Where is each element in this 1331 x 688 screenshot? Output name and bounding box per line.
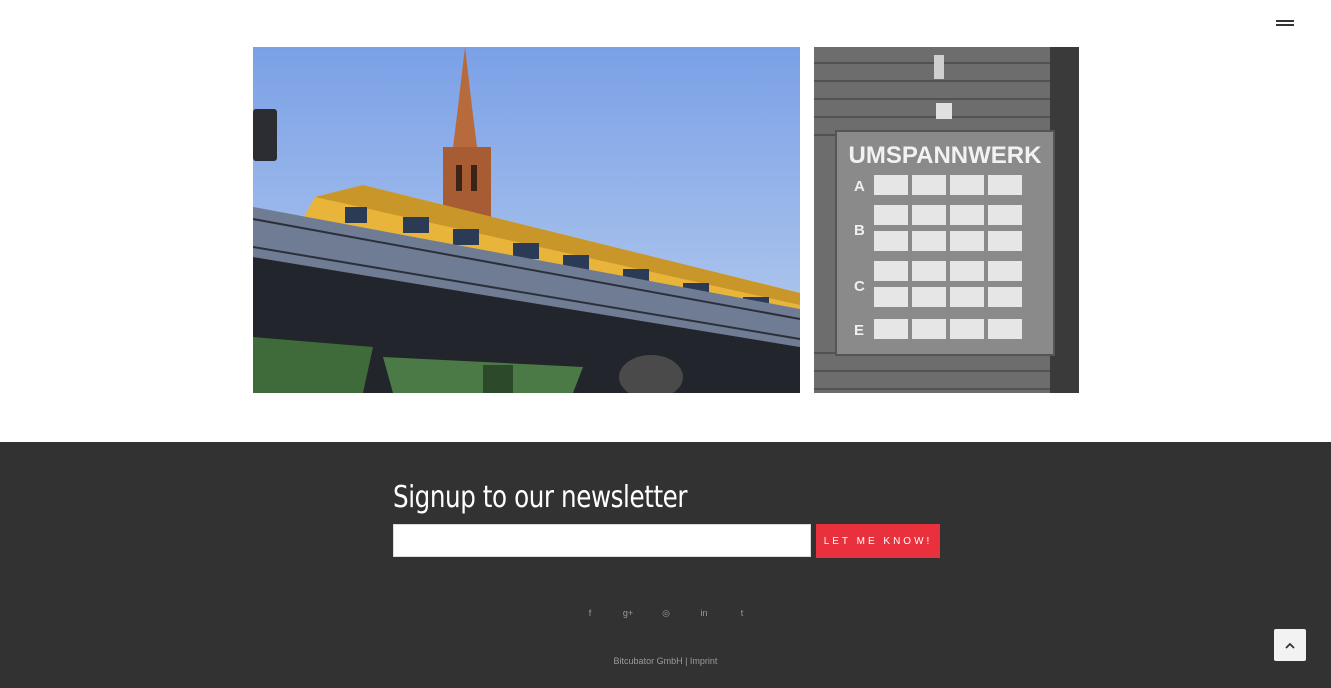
back-to-top-button[interactable] — [1274, 629, 1306, 661]
footer-text: Bitcubator GmbH | Imprint — [0, 656, 1331, 666]
newsletter-title: Signup to our newsletter — [393, 480, 688, 515]
footer — [0, 442, 1331, 688]
sign-row-b: B — [854, 222, 865, 239]
footer-separator: | — [682, 656, 690, 666]
imprint-link[interactable]: Imprint — [690, 656, 718, 666]
umspannwerk-sign-photo: UMSPANNWERK A B C E — [814, 47, 1079, 393]
elevated-train-photo — [253, 47, 800, 393]
company-name: Bitcubator GmbH — [613, 656, 683, 666]
linkedin-icon[interactable]: in — [695, 604, 713, 622]
train-photo-art — [253, 47, 800, 393]
twitter-icon[interactable]: t — [733, 604, 751, 622]
instagram-icon[interactable]: ◎ — [657, 604, 675, 622]
google-plus-icon[interactable]: g+ — [619, 604, 637, 622]
menu-button[interactable] — [1274, 18, 1296, 32]
hamburger-icon — [1276, 20, 1294, 22]
newsletter-submit-button[interactable]: LET ME KNOW! — [816, 524, 940, 558]
sign-row-c: C — [854, 278, 865, 295]
chevron-up-icon — [1285, 642, 1295, 649]
sign-photo-art: UMSPANNWERK A B C E — [814, 47, 1079, 393]
sign-row-a: A — [854, 178, 865, 195]
newsletter-email-input[interactable] — [393, 524, 811, 557]
sign-row-e: E — [854, 322, 864, 339]
facebook-icon[interactable]: f — [581, 604, 599, 622]
sign-heading-text: UMSPANNWERK — [849, 142, 1043, 169]
